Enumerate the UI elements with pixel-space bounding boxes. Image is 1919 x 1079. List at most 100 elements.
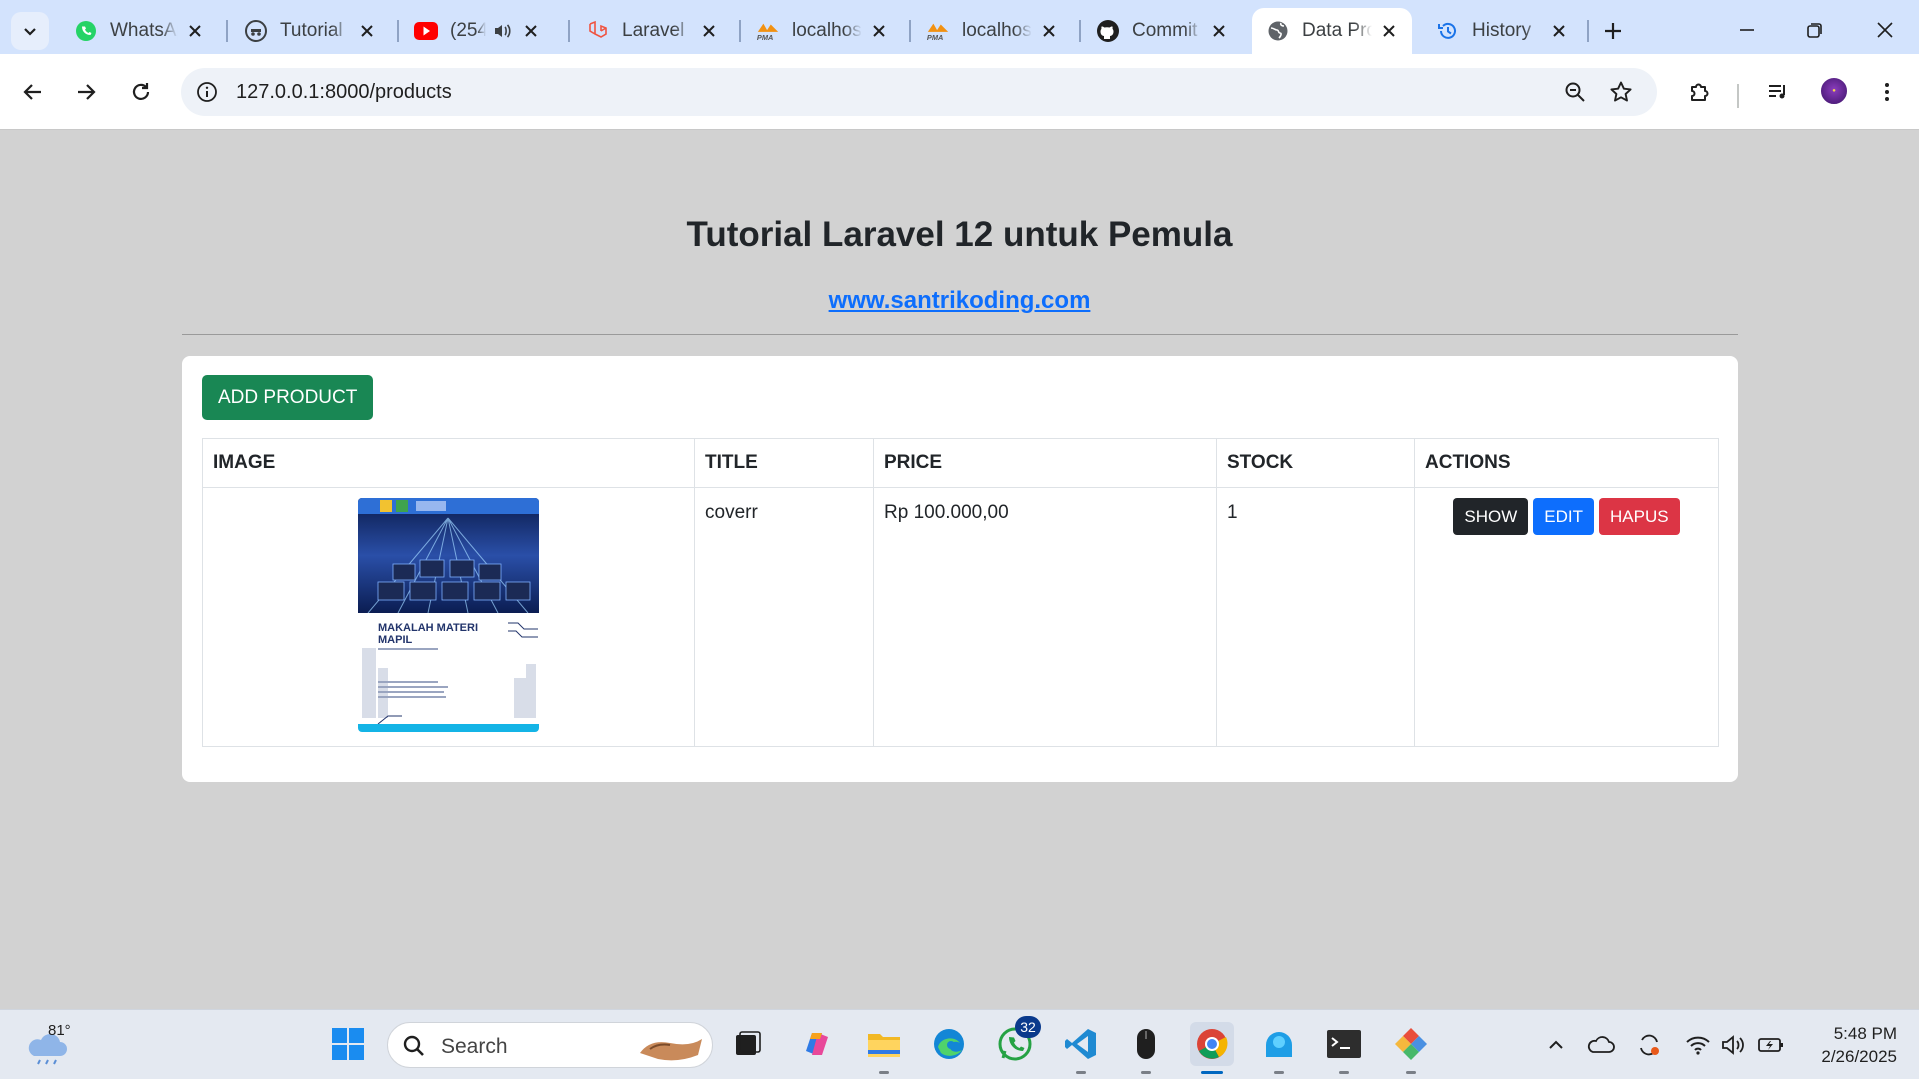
close-icon[interactable]: [868, 20, 890, 42]
edge-button[interactable]: [927, 1022, 971, 1066]
terminal-button[interactable]: [1322, 1022, 1366, 1074]
zoom-icon[interactable]: [1561, 78, 1589, 106]
wifi-tray[interactable]: [1683, 1030, 1713, 1060]
terminal-icon: [1327, 1030, 1361, 1058]
tab-separator: [226, 20, 228, 42]
running-indicator: [1274, 1071, 1284, 1074]
copilot-button[interactable]: [795, 1022, 839, 1066]
close-icon[interactable]: [1548, 20, 1570, 42]
products-card: ADD PRODUCT IMAGE TITLE PRICE STOCK ACTI…: [182, 356, 1738, 782]
tab-whatsapp[interactable]: WhatsApp: [60, 8, 218, 54]
phpmyadmin-icon: PMA: [756, 19, 780, 43]
clock-time: 5:48 PM: [1833, 1024, 1897, 1043]
tab-localhost-1[interactable]: PMA localhost: [742, 8, 902, 54]
tab-separator: [909, 20, 911, 42]
tab-search-button[interactable]: [11, 12, 49, 50]
taskbar-search[interactable]: Search: [387, 1022, 713, 1068]
edit-button[interactable]: EDIT: [1533, 498, 1595, 535]
address-bar[interactable]: 127.0.0.1:8000/products: [181, 68, 1657, 116]
app-blue-button[interactable]: [1257, 1022, 1301, 1074]
svg-text:PMA: PMA: [757, 33, 773, 42]
table-row: MAKALAH MATERI MAPIL coverr Rp 100.000,0…: [202, 487, 1719, 747]
cell-title: coverr: [694, 487, 874, 747]
tab-title: (254: [450, 20, 486, 41]
close-icon[interactable]: [184, 20, 206, 42]
sync-tray[interactable]: [1634, 1030, 1664, 1060]
table-header-row: IMAGE TITLE PRICE STOCK ACTIONS: [202, 438, 1719, 488]
show-button[interactable]: SHOW: [1453, 498, 1529, 535]
chrome-button[interactable]: [1190, 1022, 1234, 1074]
reload-button[interactable]: [123, 74, 159, 110]
media-queue-icon: [1769, 85, 1785, 99]
column-header-actions: ACTIONS: [1414, 438, 1719, 488]
copilot-icon: [806, 1033, 828, 1055]
history-icon: [1436, 19, 1460, 43]
tab-separator: [739, 20, 741, 42]
sync-icon: [1640, 1034, 1659, 1056]
tab-github[interactable]: Commit: [1082, 8, 1242, 54]
tab-laravel[interactable]: Laravel: [572, 8, 732, 54]
close-icon[interactable]: [1208, 20, 1230, 42]
file-explorer-button[interactable]: [862, 1022, 906, 1074]
close-icon[interactable]: [1038, 20, 1060, 42]
close-icon[interactable]: [520, 20, 542, 42]
column-header-image: IMAGE: [202, 438, 695, 488]
url-text[interactable]: 127.0.0.1:8000/products: [236, 81, 452, 104]
tab-data-products[interactable]: Data Products: [1252, 8, 1412, 54]
thumbnail-caption-2: MAPIL: [378, 634, 413, 646]
close-window-button[interactable]: [1862, 10, 1908, 50]
vscode-button[interactable]: [1059, 1022, 1103, 1074]
battery-tray[interactable]: [1756, 1030, 1786, 1060]
restore-button[interactable]: [1792, 10, 1838, 50]
onedrive-tray[interactable]: [1586, 1030, 1616, 1060]
tab-history[interactable]: History: [1422, 8, 1582, 54]
tab-title: WhatsApp: [110, 20, 178, 41]
close-icon[interactable]: [1378, 20, 1400, 42]
more-vertical-icon: [1885, 83, 1889, 101]
whatsapp-taskbar-button[interactable]: 32: [993, 1016, 1041, 1066]
vscode-icon: [1065, 1029, 1096, 1059]
site-link[interactable]: www.santrikoding.com: [829, 287, 1091, 314]
site-info-icon[interactable]: [195, 80, 219, 104]
new-tab-button[interactable]: [1596, 14, 1630, 48]
media-control-button[interactable]: [1760, 74, 1796, 110]
extensions-button[interactable]: [1682, 74, 1718, 110]
running-indicator: [1076, 1071, 1086, 1074]
task-view-button[interactable]: [726, 1022, 770, 1066]
thumbnail-caption-1: MAKALAH MATERI: [378, 622, 478, 634]
add-product-button[interactable]: ADD PRODUCT: [202, 375, 374, 420]
tab-tutorial[interactable]: Tutorial: [230, 8, 390, 54]
mouse-app-button[interactable]: [1124, 1022, 1168, 1074]
browser-toolbar: 127.0.0.1:8000/products ●: [0, 54, 1919, 130]
toolbar-divider: [1737, 84, 1739, 108]
start-button[interactable]: [326, 1022, 370, 1066]
close-icon: [1877, 22, 1893, 38]
minimize-button[interactable]: [1724, 10, 1770, 50]
tray-overflow-button[interactable]: [1541, 1030, 1571, 1060]
column-header-price: PRICE: [873, 438, 1217, 488]
folder-icon: [868, 1034, 900, 1057]
profile-avatar[interactable]: ●: [1819, 76, 1849, 106]
arrow-left-icon: [23, 84, 41, 100]
arrow-right-icon: [78, 84, 96, 100]
product-image: MAKALAH MATERI MAPIL: [358, 498, 539, 732]
forward-button[interactable]: [68, 74, 104, 110]
bookmark-star-icon[interactable]: [1607, 78, 1635, 106]
page-content: Tutorial Laravel 12 untuk Pemula www.san…: [0, 131, 1919, 1009]
system-clock[interactable]: 5:48 PM 2/26/2025: [1821, 1022, 1897, 1068]
volume-tray[interactable]: [1719, 1030, 1749, 1060]
tab-strip: WhatsApp Tutorial (254 Laravel PMA: [0, 0, 1919, 62]
close-icon[interactable]: [698, 20, 720, 42]
search-placeholder: Search: [441, 1035, 508, 1058]
tab-localhost-2[interactable]: PMA localhost: [912, 8, 1072, 54]
menu-button[interactable]: [1869, 74, 1905, 110]
delete-button[interactable]: HAPUS: [1599, 498, 1680, 535]
speaker-icon[interactable]: [490, 19, 514, 43]
close-icon[interactable]: [356, 20, 378, 42]
tab-youtube[interactable]: (254: [400, 8, 560, 54]
cloud-sync-icon: [1587, 1036, 1615, 1053]
cell-price: Rp 100.000,00: [873, 487, 1217, 747]
back-button[interactable]: [15, 74, 51, 110]
git-app-button[interactable]: [1389, 1022, 1433, 1074]
tab-separator: [1587, 20, 1589, 42]
